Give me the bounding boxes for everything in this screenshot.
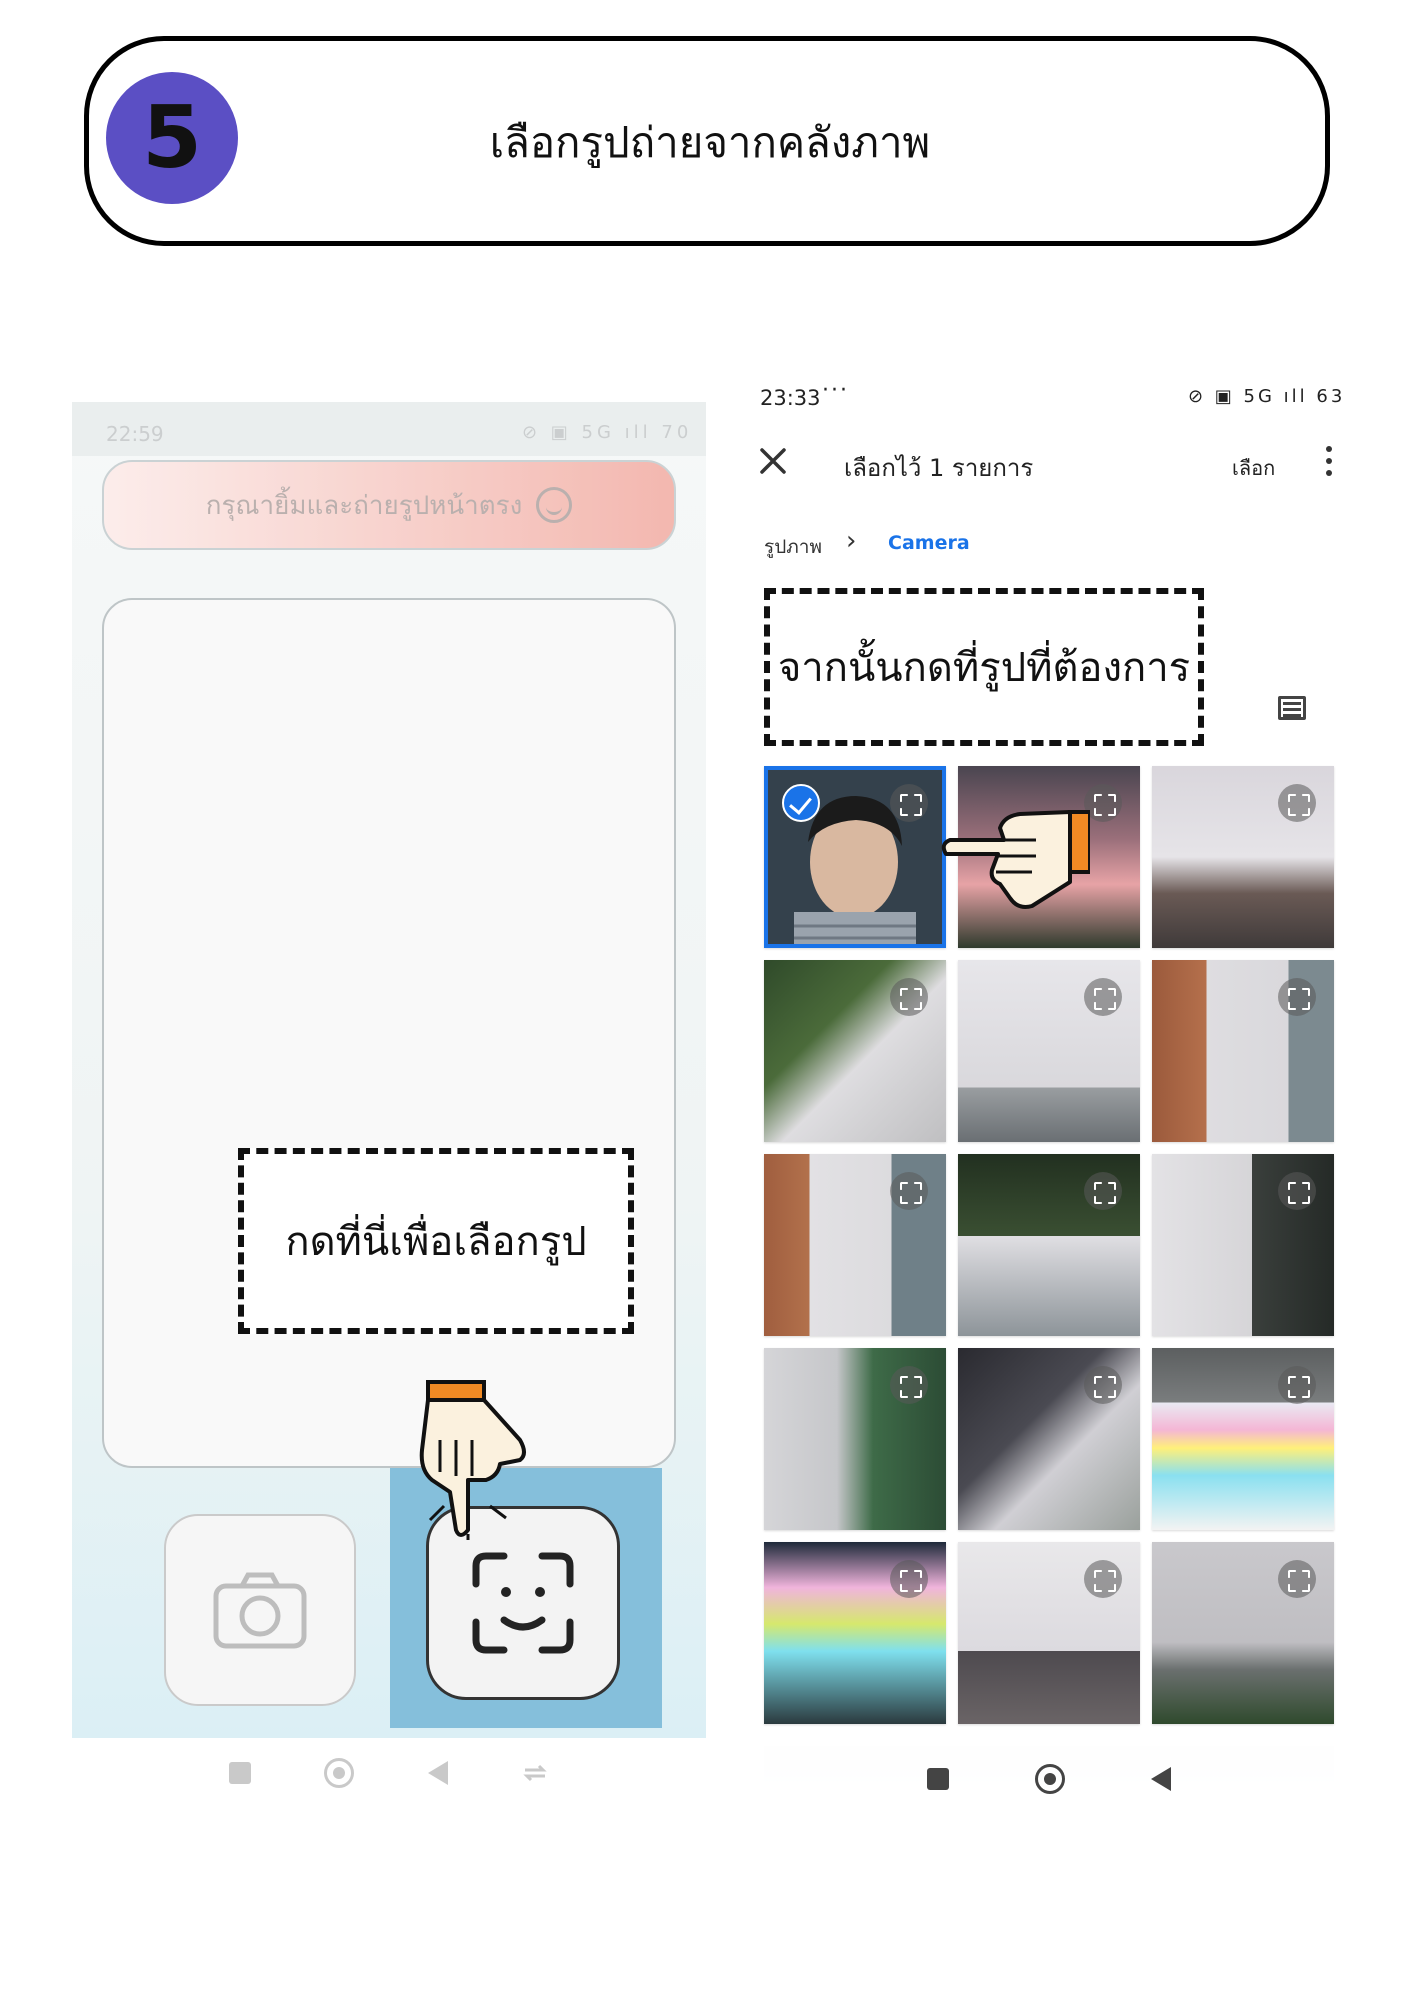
expand-icon[interactable] [1084, 978, 1122, 1016]
left-phone-screen: 22:59 ⊘ ▣ 5G ıll 70 กรุณายิ้มและถ่ายรูปห… [72, 402, 706, 1738]
back-icon[interactable] [1151, 1767, 1171, 1791]
pointing-hand-left-icon [941, 810, 1090, 909]
left-status-time: 22:59 [106, 422, 164, 446]
list-view-icon[interactable] [1278, 696, 1306, 720]
right-status-time: 23:33 [760, 386, 821, 410]
selection-count-title: เลือกไว้ 1 รายการ [844, 454, 1034, 482]
instruction-banner: กรุณายิ้มและถ่ายรูปหน้าตรง [102, 460, 676, 550]
recent-apps-icon[interactable] [228, 1762, 251, 1784]
expand-icon[interactable] [890, 1172, 928, 1210]
photo-thumbnail[interactable] [1152, 1154, 1334, 1336]
photo-thumbnail[interactable] [958, 1348, 1140, 1530]
expand-icon[interactable] [1278, 1172, 1316, 1210]
breadcrumb-root[interactable]: รูปภาพ [764, 532, 822, 562]
right-nav-bar [764, 1744, 1334, 1814]
expand-icon[interactable] [1084, 1172, 1122, 1210]
expand-icon[interactable] [1278, 784, 1316, 822]
close-icon[interactable] [756, 444, 790, 478]
selected-check-icon [782, 784, 820, 822]
expand-icon[interactable] [890, 784, 928, 822]
photo-thumbnail[interactable] [764, 960, 946, 1142]
expand-icon[interactable] [1084, 1560, 1122, 1598]
back-icon[interactable] [427, 1761, 448, 1785]
face-scan-icon [472, 1552, 574, 1654]
instruction-banner-text: กรุณายิ้มและถ่ายรูปหน้าตรง [205, 490, 523, 521]
left-callout: กดที่นี่เพื่อเลือกรูป [238, 1148, 634, 1334]
recent-apps-icon[interactable] [927, 1768, 949, 1790]
expand-icon[interactable] [890, 978, 928, 1016]
left-nav-bar [72, 1738, 706, 1808]
step-title: เลือกรูปถ่ายจากคลังภาพ [489, 118, 931, 167]
expand-icon[interactable] [1084, 1366, 1122, 1404]
right-callout: จากนั้นกดที่รูปที่ต้องการ [764, 588, 1204, 746]
expand-icon[interactable] [1278, 978, 1316, 1016]
breadcrumb-current[interactable]: Camera [888, 532, 970, 554]
photo-thumbnail[interactable] [764, 1154, 946, 1336]
photo-thumbnail[interactable] [1152, 960, 1334, 1142]
expand-icon[interactable] [1278, 1560, 1316, 1598]
expand-icon[interactable] [890, 1560, 928, 1598]
home-icon[interactable] [324, 1758, 355, 1788]
pointing-hand-down-icon [419, 1380, 526, 1540]
camera-button[interactable] [164, 1514, 356, 1706]
home-icon[interactable] [1035, 1764, 1065, 1794]
expand-icon[interactable] [890, 1366, 928, 1404]
step-number-badge: 5 [106, 72, 238, 204]
photo-thumbnail[interactable] [764, 1348, 946, 1530]
left-status-icons: ⊘ ▣ 5G ıll 70 [522, 422, 693, 443]
photo-thumbnail[interactable] [958, 1154, 1140, 1336]
smile-icon [536, 487, 573, 523]
right-status-dots: ··· [822, 378, 849, 403]
photo-thumbnail[interactable] [958, 960, 1140, 1142]
select-button[interactable]: เลือก [1232, 452, 1275, 484]
photo-thumbnail[interactable] [958, 1542, 1140, 1724]
expand-icon[interactable] [1278, 1366, 1316, 1404]
photo-preview-area [102, 598, 676, 1468]
chevron-right-icon: › [846, 526, 857, 556]
right-status-icons: ⊘ ▣ 5G ıll 63 [1188, 386, 1346, 407]
left-callout-text: กดที่นี่เพื่อเลือกรูป [285, 1219, 587, 1265]
photo-thumbnail[interactable] [1152, 766, 1334, 948]
photo-thumbnail-selfie[interactable] [764, 766, 946, 948]
rotate-icon[interactable] [521, 1762, 549, 1784]
right-callout-text: จากนั้นกดที่รูปที่ต้องการ [777, 645, 1191, 691]
camera-icon [213, 1572, 307, 1649]
photo-thumbnail[interactable] [1152, 1542, 1334, 1724]
photo-thumbnail[interactable] [1152, 1348, 1334, 1530]
more-options-icon[interactable] [1324, 446, 1334, 480]
photo-thumbnail[interactable] [764, 1542, 946, 1724]
